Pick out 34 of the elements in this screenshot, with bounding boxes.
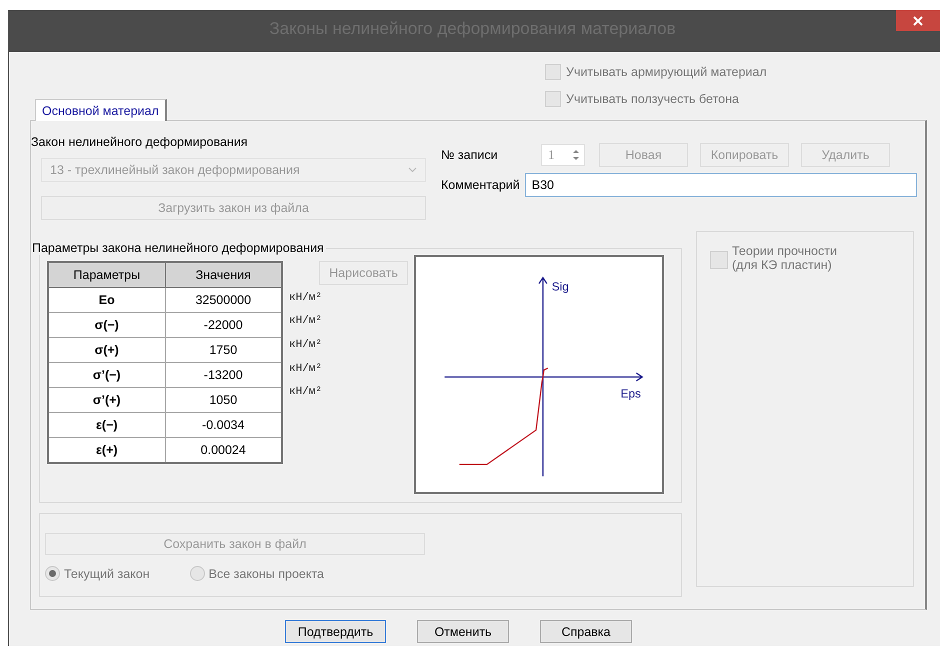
record-label: № записи: [441, 148, 499, 162]
checkbox-label: Учитывать армирующий материал: [566, 65, 767, 79]
unit-label: кН/м²: [289, 315, 322, 328]
radio-button[interactable]: [45, 566, 60, 581]
parameter-name: σ’(−): [48, 362, 165, 388]
axis-label: Eps: [620, 388, 641, 401]
close-icon: [913, 16, 923, 26]
unit-label: кН/м²: [289, 292, 322, 304]
dialog-button[interactable]: Отменить: [417, 620, 509, 643]
comment-label: Комментарий: [441, 178, 520, 192]
tab[interactable]: Основной материал: [35, 99, 167, 121]
law-label: Закон нелинейного деформирования: [31, 135, 249, 149]
parameter-name: Eo: [48, 288, 165, 312]
chevron-down-icon: [408, 167, 417, 173]
comment-field[interactable]: B30: [524, 173, 917, 197]
checkbox-label: Учитывать ползучесть бетона: [566, 92, 739, 106]
dialog-button[interactable]: Подтвердить: [285, 620, 386, 643]
unit-label: кН/м²: [289, 386, 322, 398]
parameter-name: ε(−): [48, 412, 165, 438]
axis-label: Sig: [552, 280, 569, 294]
unit-label: кН/м²: [289, 338, 322, 351]
unit-label: кН/м²: [289, 362, 322, 375]
column-header: Параметры: [48, 262, 165, 288]
radio-label: Все законы проекта: [208, 566, 324, 580]
parameter-name: σ(−): [48, 312, 165, 338]
column-header: Значения: [165, 262, 282, 288]
radio-label: Текущий закон: [64, 566, 150, 580]
checkbox-label: Теории прочности (для КЭ пластин): [732, 244, 838, 272]
close-button[interactable]: [896, 10, 940, 31]
group-title: Параметры закона нелинейного деформирования: [31, 241, 325, 255]
radio-button[interactable]: [190, 566, 205, 581]
parameter-name: σ’(+): [48, 388, 165, 412]
dialog-button[interactable]: Справка: [540, 620, 632, 643]
parameter-name: σ(+): [48, 338, 165, 362]
